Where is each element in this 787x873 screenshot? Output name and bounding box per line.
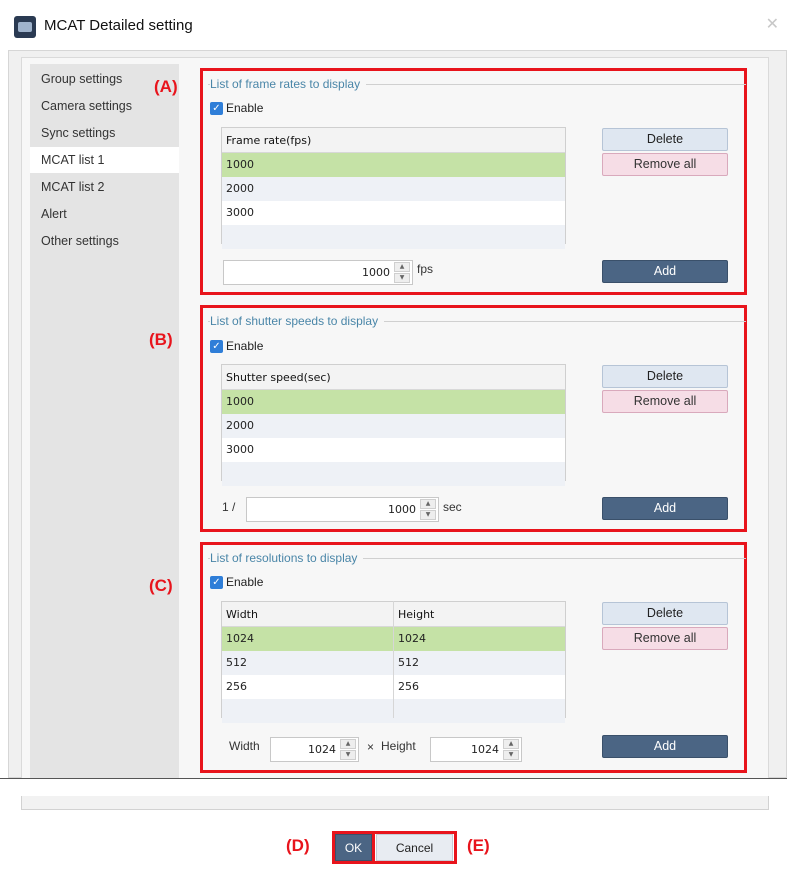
table-row[interactable]: 1000 <box>222 153 565 177</box>
spin-up-icon[interactable]: ▲ <box>420 499 436 509</box>
sidebar-item-mcat-list-2[interactable]: MCAT list 2 <box>30 174 179 200</box>
frame-rate-unit: fps <box>417 262 434 276</box>
cell-value: 3000 <box>226 206 254 219</box>
title-bar: MCAT Detailed setting ✕ <box>0 0 787 50</box>
column-divider <box>393 601 394 718</box>
spinner-arrows: ▲ ▼ <box>394 262 410 283</box>
cell-width: 1024 <box>226 632 254 645</box>
sidebar-item-alert[interactable]: Alert <box>30 201 179 227</box>
table-row[interactable]: 3000 <box>222 438 565 462</box>
shutter-speeds-column-header[interactable]: Shutter speed(sec) <box>222 365 565 390</box>
frame-rates-add-button[interactable]: Add <box>602 260 728 283</box>
resolutions-remove-all-button[interactable]: Remove all <box>602 627 728 650</box>
height-label: Height <box>381 739 416 753</box>
frame-rate-input-value: 1000 <box>362 266 390 279</box>
resolutions-delete-button[interactable]: Delete <box>602 602 728 625</box>
frame-rates-group-title: List of frame rates to display <box>210 77 367 91</box>
cell-value: 1000 <box>226 395 254 408</box>
shutter-speeds-enable-checkbox[interactable]: ✓ <box>210 339 223 353</box>
spinner-arrows: ▲ ▼ <box>503 739 519 760</box>
shutter-speeds-delete-button[interactable]: Delete <box>602 365 728 388</box>
cell-value: 2000 <box>226 419 254 432</box>
table-row-empty <box>222 462 565 486</box>
spin-down-icon[interactable]: ▼ <box>503 750 519 760</box>
shutter-speed-input[interactable]: 1000 ▲ ▼ <box>246 497 439 522</box>
width-label: Width <box>229 739 260 753</box>
window-title: MCAT Detailed setting <box>44 17 193 34</box>
resolutions-add-button[interactable]: Add <box>602 735 728 758</box>
spin-down-icon[interactable]: ▼ <box>420 510 436 520</box>
frame-rates-column-header[interactable]: Frame rate(fps) <box>222 128 565 153</box>
shutter-speed-unit: sec <box>443 500 462 514</box>
cell-value: 1000 <box>226 158 254 171</box>
table-row[interactable]: 2000 <box>222 177 565 201</box>
frame-rates-enable-label: Enable <box>226 101 264 115</box>
cell-height: 1024 <box>398 632 426 645</box>
table-row-empty <box>222 225 565 249</box>
resolutions-enable[interactable]: ✓ Enable <box>210 575 263 589</box>
spinner-arrows: ▲ ▼ <box>340 739 356 760</box>
annotation-d: (D) <box>286 836 310 855</box>
cell-width: 256 <box>226 680 247 693</box>
shutter-speeds-table: Shutter speed(sec) 1000 2000 3000 <box>221 364 566 486</box>
shutter-prefix-label: 1 / <box>222 500 236 514</box>
camera-app-icon <box>14 16 36 38</box>
sidebar-item-other-settings[interactable]: Other settings <box>30 228 179 254</box>
times-sign: × <box>367 740 375 754</box>
width-input-value: 1024 <box>308 743 336 756</box>
spin-down-icon[interactable]: ▼ <box>394 273 410 283</box>
spin-up-icon[interactable]: ▲ <box>503 739 519 749</box>
column-header-height: Height <box>398 608 435 621</box>
resolutions-group-title: List of resolutions to display <box>210 551 364 565</box>
sidebar-item-sync-settings[interactable]: Sync settings <box>30 120 179 146</box>
height-input-value: 1024 <box>471 743 499 756</box>
spinner-arrows: ▲ ▼ <box>420 499 436 520</box>
cell-value: 2000 <box>226 182 254 195</box>
shutter-speeds-add-button[interactable]: Add <box>602 497 728 520</box>
cell-height: 256 <box>398 680 419 693</box>
shutter-speeds-enable[interactable]: ✓ Enable <box>210 339 263 353</box>
frame-rates-remove-all-button[interactable]: Remove all <box>602 153 728 176</box>
spin-up-icon[interactable]: ▲ <box>394 262 410 272</box>
cell-height: 512 <box>398 656 419 669</box>
table-row[interactable]: 3000 <box>222 201 565 225</box>
window-separator <box>0 778 787 779</box>
close-icon[interactable]: ✕ <box>766 14 779 33</box>
shutter-speeds-remove-all-button[interactable]: Remove all <box>602 390 728 413</box>
frame-rates-enable-checkbox[interactable]: ✓ <box>210 101 223 115</box>
frame-rates-enable[interactable]: ✓ Enable <box>210 101 263 115</box>
resolutions-enable-label: Enable <box>226 575 264 589</box>
cell-value: 3000 <box>226 443 254 456</box>
table-row[interactable]: 2000 <box>222 414 565 438</box>
sidebar-item-mcat-list-1[interactable]: MCAT list 1 <box>30 147 179 173</box>
resolutions-enable-checkbox[interactable]: ✓ <box>210 575 223 589</box>
height-input[interactable]: 1024 ▲ ▼ <box>430 737 522 762</box>
column-header-label: Shutter speed(sec) <box>226 371 331 384</box>
column-header-width: Width <box>226 608 258 621</box>
annotation-e: (E) <box>467 836 490 855</box>
annotation-c: (C) <box>149 576 173 595</box>
frame-rate-input[interactable]: 1000 ▲ ▼ <box>223 260 413 285</box>
shutter-speed-input-value: 1000 <box>388 503 416 516</box>
annotation-a: (A) <box>154 77 178 96</box>
settings-sidebar: Group settings Camera settings Sync sett… <box>30 64 179 778</box>
width-input[interactable]: 1024 ▲ ▼ <box>270 737 359 762</box>
bottom-panel <box>21 796 769 810</box>
frame-rates-delete-button[interactable]: Delete <box>602 128 728 151</box>
spin-down-icon[interactable]: ▼ <box>340 750 356 760</box>
cancel-highlight <box>372 831 457 864</box>
spin-up-icon[interactable]: ▲ <box>340 739 356 749</box>
annotation-b: (B) <box>149 330 173 349</box>
shutter-speeds-group-title: List of shutter speeds to display <box>210 314 385 328</box>
cell-width: 512 <box>226 656 247 669</box>
column-header-label: Frame rate(fps) <box>226 134 312 147</box>
shutter-speeds-enable-label: Enable <box>226 339 264 353</box>
ok-highlight <box>332 831 375 864</box>
table-row[interactable]: 1000 <box>222 390 565 414</box>
frame-rates-table: Frame rate(fps) 1000 2000 3000 <box>221 127 566 249</box>
